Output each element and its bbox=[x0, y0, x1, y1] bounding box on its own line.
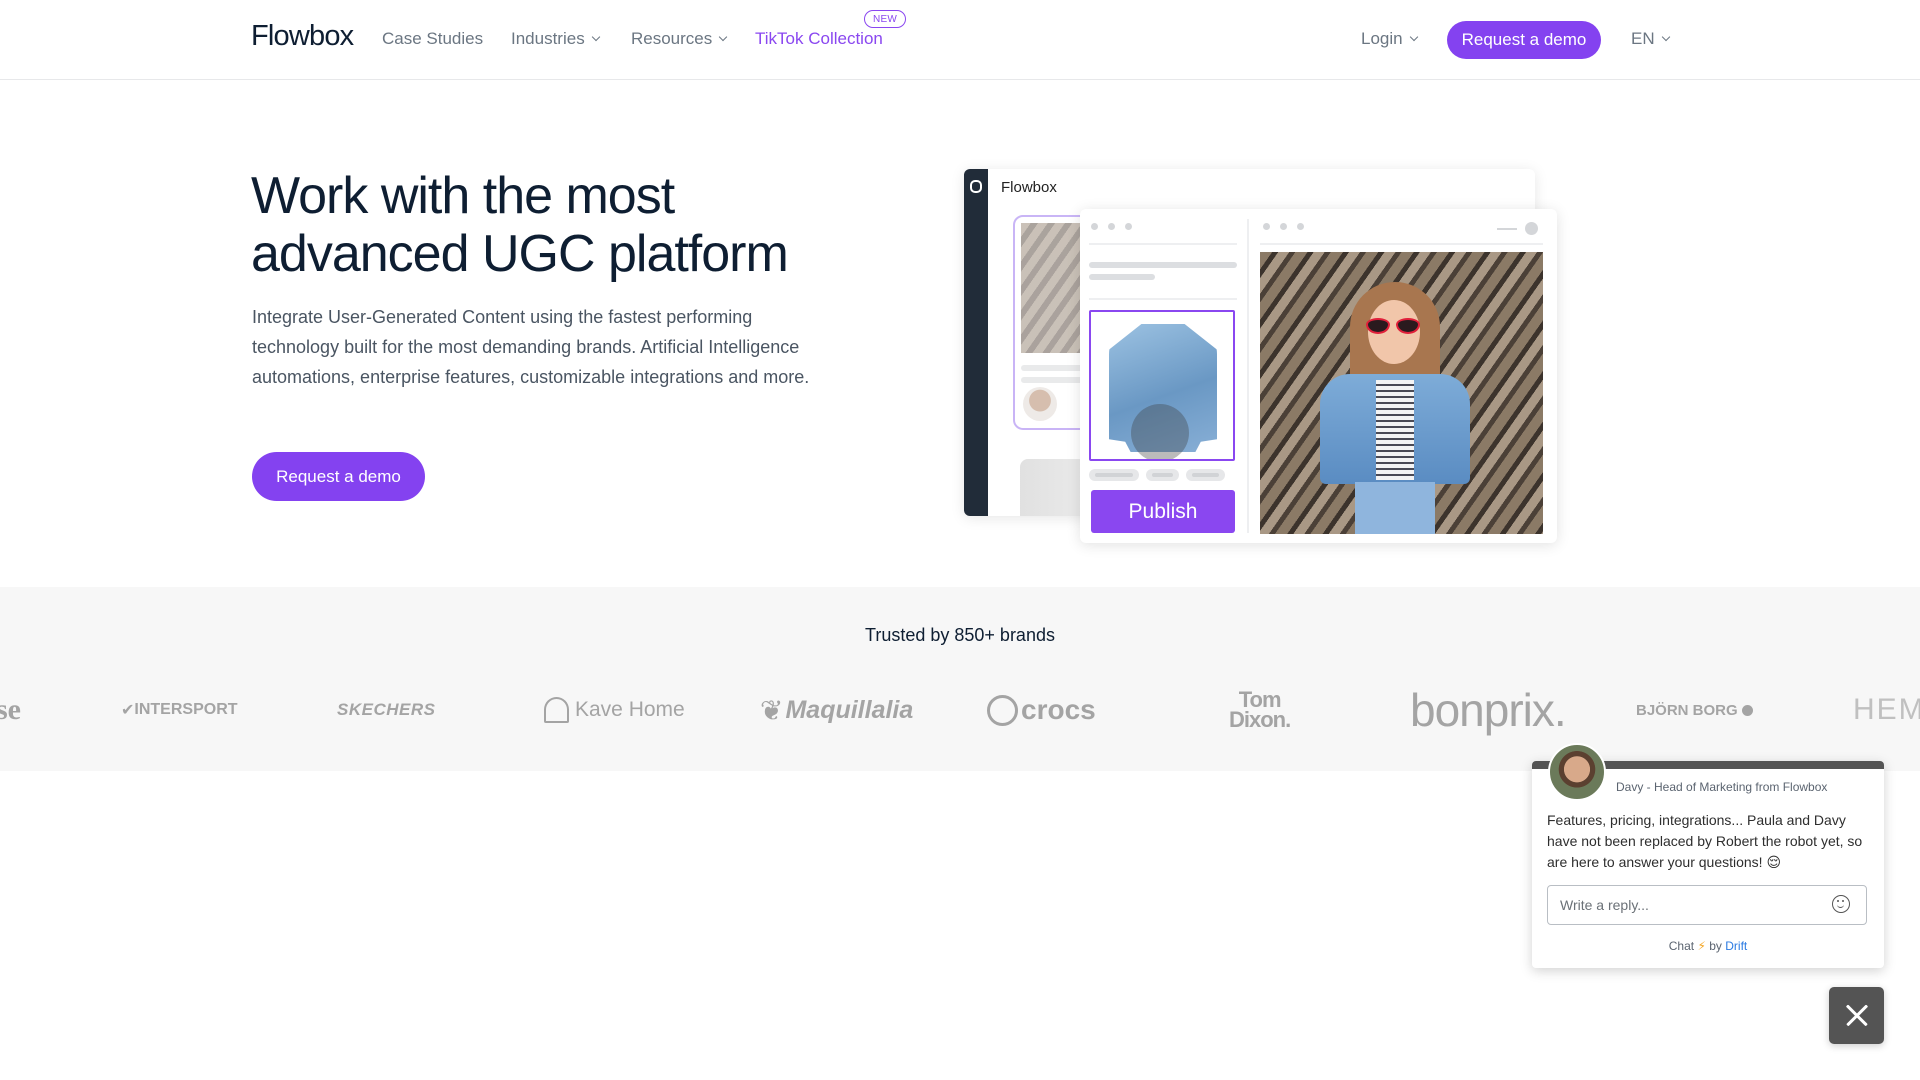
chat-message: Features, pricing, integrations... Paula… bbox=[1547, 812, 1863, 870]
divider bbox=[1089, 298, 1237, 300]
flowbox-app-icon bbox=[970, 180, 982, 193]
kave-arch-icon bbox=[544, 697, 569, 723]
divider bbox=[1260, 243, 1543, 245]
brand-logo-text: SKECHERS bbox=[337, 700, 436, 719]
language-selector[interactable]: EN bbox=[1631, 29, 1670, 49]
window-minimize-icon bbox=[1497, 228, 1517, 230]
nav-case-studies-label: Case Studies bbox=[382, 29, 484, 48]
chat-footer-label: Chat bbox=[1668, 939, 1695, 953]
nav-industries[interactable]: Industries bbox=[511, 29, 600, 49]
brand-logo-se: se bbox=[0, 682, 21, 738]
window-dot bbox=[1108, 223, 1115, 230]
close-chat-button[interactable] bbox=[1829, 987, 1884, 1044]
skeleton-pill bbox=[1146, 469, 1179, 481]
site-header: Flowbox Case Studies Industries Resource… bbox=[0, 0, 1920, 80]
brand-logo-text: bonprix. bbox=[1410, 684, 1567, 736]
flowbox-logo[interactable]: Flowbox bbox=[251, 20, 354, 53]
chat-footer: Chat ⚡ by Drift bbox=[1532, 939, 1884, 953]
brand-logo-crocs: crocs bbox=[987, 682, 1096, 738]
brand-logo-skechers: SKECHERS bbox=[337, 682, 435, 738]
mockup-sidebar bbox=[964, 169, 988, 516]
ugc-shirt bbox=[1376, 380, 1414, 480]
language-label: EN bbox=[1631, 29, 1655, 48]
login-dropdown[interactable]: Login bbox=[1361, 29, 1418, 49]
hero-title-line1: Work with the most bbox=[251, 167, 675, 225]
login-label: Login bbox=[1361, 29, 1403, 48]
crocs-croc-icon bbox=[987, 694, 1018, 726]
new-badge: NEW bbox=[864, 10, 906, 28]
chat-sender-name: Davy - Head of Marketing from Flowbox bbox=[1616, 780, 1828, 794]
window-dot bbox=[1263, 223, 1270, 230]
brand-logo-text: Kave Home bbox=[575, 698, 685, 721]
chevron-down-icon bbox=[591, 32, 600, 42]
brand-logo-text: INTERSPORT bbox=[134, 701, 238, 718]
brand-logo-hem: HEM bbox=[1853, 682, 1920, 738]
window-dot bbox=[1280, 223, 1287, 230]
emoji-picker-icon[interactable] bbox=[1832, 895, 1850, 913]
brand-logo-maquillalia: ❦ Maquillalia bbox=[760, 682, 913, 738]
drift-link[interactable]: Drift bbox=[1725, 939, 1747, 953]
chevron-down-icon bbox=[719, 32, 728, 42]
mockup-app-title: Flowbox bbox=[1001, 179, 1057, 196]
ugc-person bbox=[1320, 282, 1470, 534]
hero-description: Integrate User-Generated Content using t… bbox=[252, 307, 810, 387]
brand-logo-tom-dixon: Tom Dixon. bbox=[1229, 682, 1291, 738]
chat-reply-input[interactable] bbox=[1547, 885, 1867, 925]
chevron-down-icon bbox=[1661, 32, 1670, 42]
brand-logo-text: crocs bbox=[1021, 694, 1096, 725]
publish-button: Publish bbox=[1091, 490, 1235, 533]
request-demo-nav-button[interactable]: Request a demo bbox=[1447, 21, 1601, 59]
ugc-jeans bbox=[1355, 482, 1435, 534]
skeleton-bar bbox=[1089, 274, 1155, 280]
nav-resources-label: Resources bbox=[631, 29, 713, 48]
chat-footer-by: by bbox=[1709, 939, 1722, 953]
skeleton-bar bbox=[1089, 262, 1237, 268]
brand-logo-bonprix: bonprix. bbox=[1410, 682, 1567, 738]
intersport-mark-icon: ✔ bbox=[121, 702, 135, 719]
window-dot bbox=[1297, 223, 1304, 230]
agent-avatar bbox=[1548, 743, 1606, 801]
lightning-bolt-icon: ⚡ bbox=[1697, 939, 1706, 953]
mockup-publish-window: Publish bbox=[1080, 209, 1557, 543]
chevron-down-icon bbox=[1409, 32, 1418, 42]
brand-logo-text: Maquillalia bbox=[785, 695, 914, 724]
hero-title: Work with the most advanced UGC platform bbox=[251, 167, 871, 283]
ugc-photo-woman-denim bbox=[1260, 252, 1543, 534]
brand-logo-intersport: ✔ INTERSPORT bbox=[121, 682, 238, 738]
window-control-icon bbox=[1525, 222, 1538, 235]
nav-tiktok-label: TikTok Collection bbox=[755, 29, 883, 48]
mockup-avatar bbox=[1023, 387, 1057, 421]
hero-title-line2: advanced UGC platform bbox=[251, 225, 789, 283]
skeleton-pill bbox=[1186, 469, 1225, 481]
window-dot bbox=[1125, 223, 1132, 230]
divider bbox=[1089, 243, 1237, 245]
brand-logo-text: Dixon. bbox=[1229, 707, 1291, 732]
butterfly-icon: ❦ bbox=[760, 694, 784, 726]
brand-logo-bjorn-borg: BJÖRN BORG bbox=[1636, 682, 1753, 738]
nav-resources[interactable]: Resources bbox=[631, 29, 728, 49]
drift-chat-widget: Davy - Head of Marketing from Flowbox Fe… bbox=[1532, 743, 1884, 968]
brand-logo-text: HEM bbox=[1853, 693, 1920, 726]
brand-logo-text: BJÖRN BORG bbox=[1636, 701, 1738, 719]
skeleton-pill bbox=[1089, 469, 1139, 481]
brands-title: Trusted by 850+ brands bbox=[865, 625, 1055, 645]
nav-case-studies[interactable]: Case Studies bbox=[382, 29, 483, 49]
product-tag-selection bbox=[1089, 310, 1235, 461]
request-demo-hero-button[interactable]: Request a demo bbox=[252, 452, 425, 501]
trusted-brands-section: Trusted by 850+ brands se ✔ INTERSPORT SK… bbox=[0, 587, 1920, 771]
panel-divider bbox=[1247, 219, 1249, 533]
brand-logo-kave-home: Kave Home bbox=[544, 682, 685, 738]
heart-sunglasses bbox=[1366, 318, 1424, 334]
nav-tiktok-collection[interactable]: TikTok Collection bbox=[755, 29, 883, 49]
window-dot bbox=[1091, 223, 1098, 230]
brand-logo-text: se bbox=[0, 693, 21, 726]
nav-industries-label: Industries bbox=[511, 29, 585, 48]
bjorn-borg-mark-icon bbox=[1741, 704, 1753, 716]
cursor-press-indicator bbox=[1131, 404, 1189, 459]
